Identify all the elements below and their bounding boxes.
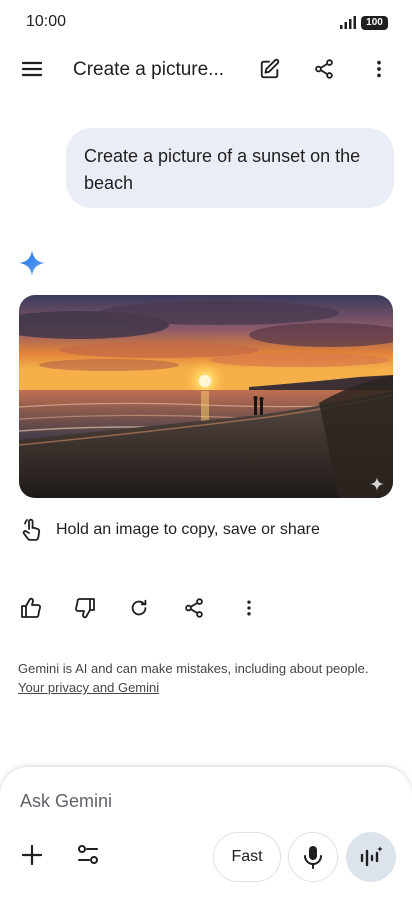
share-icon[interactable] (306, 51, 342, 87)
generated-image[interactable] (19, 295, 393, 498)
more-vert-icon[interactable] (361, 51, 397, 87)
sparkle-watermark-icon (370, 477, 384, 491)
status-time: 10:00 (26, 13, 67, 30)
conversation-title[interactable]: Create a picture... (73, 59, 224, 81)
edit-icon[interactable] (252, 51, 288, 87)
thumbs-up-icon[interactable] (17, 593, 45, 623)
refresh-icon[interactable] (125, 593, 153, 623)
plus-icon[interactable] (16, 839, 48, 871)
live-icon[interactable] (346, 832, 396, 882)
image-hint: Hold an image to copy, save or share (20, 515, 320, 545)
disclaimer-text: Gemini is AI and can make mistakes, incl… (18, 661, 369, 676)
signal-icon (340, 16, 356, 29)
user-message-bubble[interactable]: Create a picture of a sunset on the beac… (66, 128, 394, 208)
image-hint-text: Hold an image to copy, save or share (56, 521, 320, 538)
mode-selector[interactable]: Fast (213, 832, 281, 882)
touch-hold-icon (22, 518, 41, 541)
disclaimer: Gemini is AI and can make mistakes, incl… (18, 659, 403, 697)
ask-input[interactable] (20, 791, 390, 812)
share-icon[interactable] (180, 593, 208, 623)
battery-icon: 100 (361, 16, 388, 30)
gemini-spark-icon (19, 250, 45, 276)
app-bar: Create a picture... (0, 48, 412, 92)
mic-icon[interactable] (288, 832, 338, 882)
response-actions (0, 593, 412, 625)
privacy-link[interactable]: Your privacy and Gemini (18, 680, 159, 695)
more-vert-icon[interactable] (235, 593, 263, 623)
tools-icon[interactable] (72, 839, 104, 871)
status-bar: 10:00 100 (0, 0, 412, 44)
thumbs-down-icon[interactable] (71, 593, 99, 623)
menu-icon[interactable] (14, 51, 50, 87)
composer: Fast (0, 767, 412, 898)
